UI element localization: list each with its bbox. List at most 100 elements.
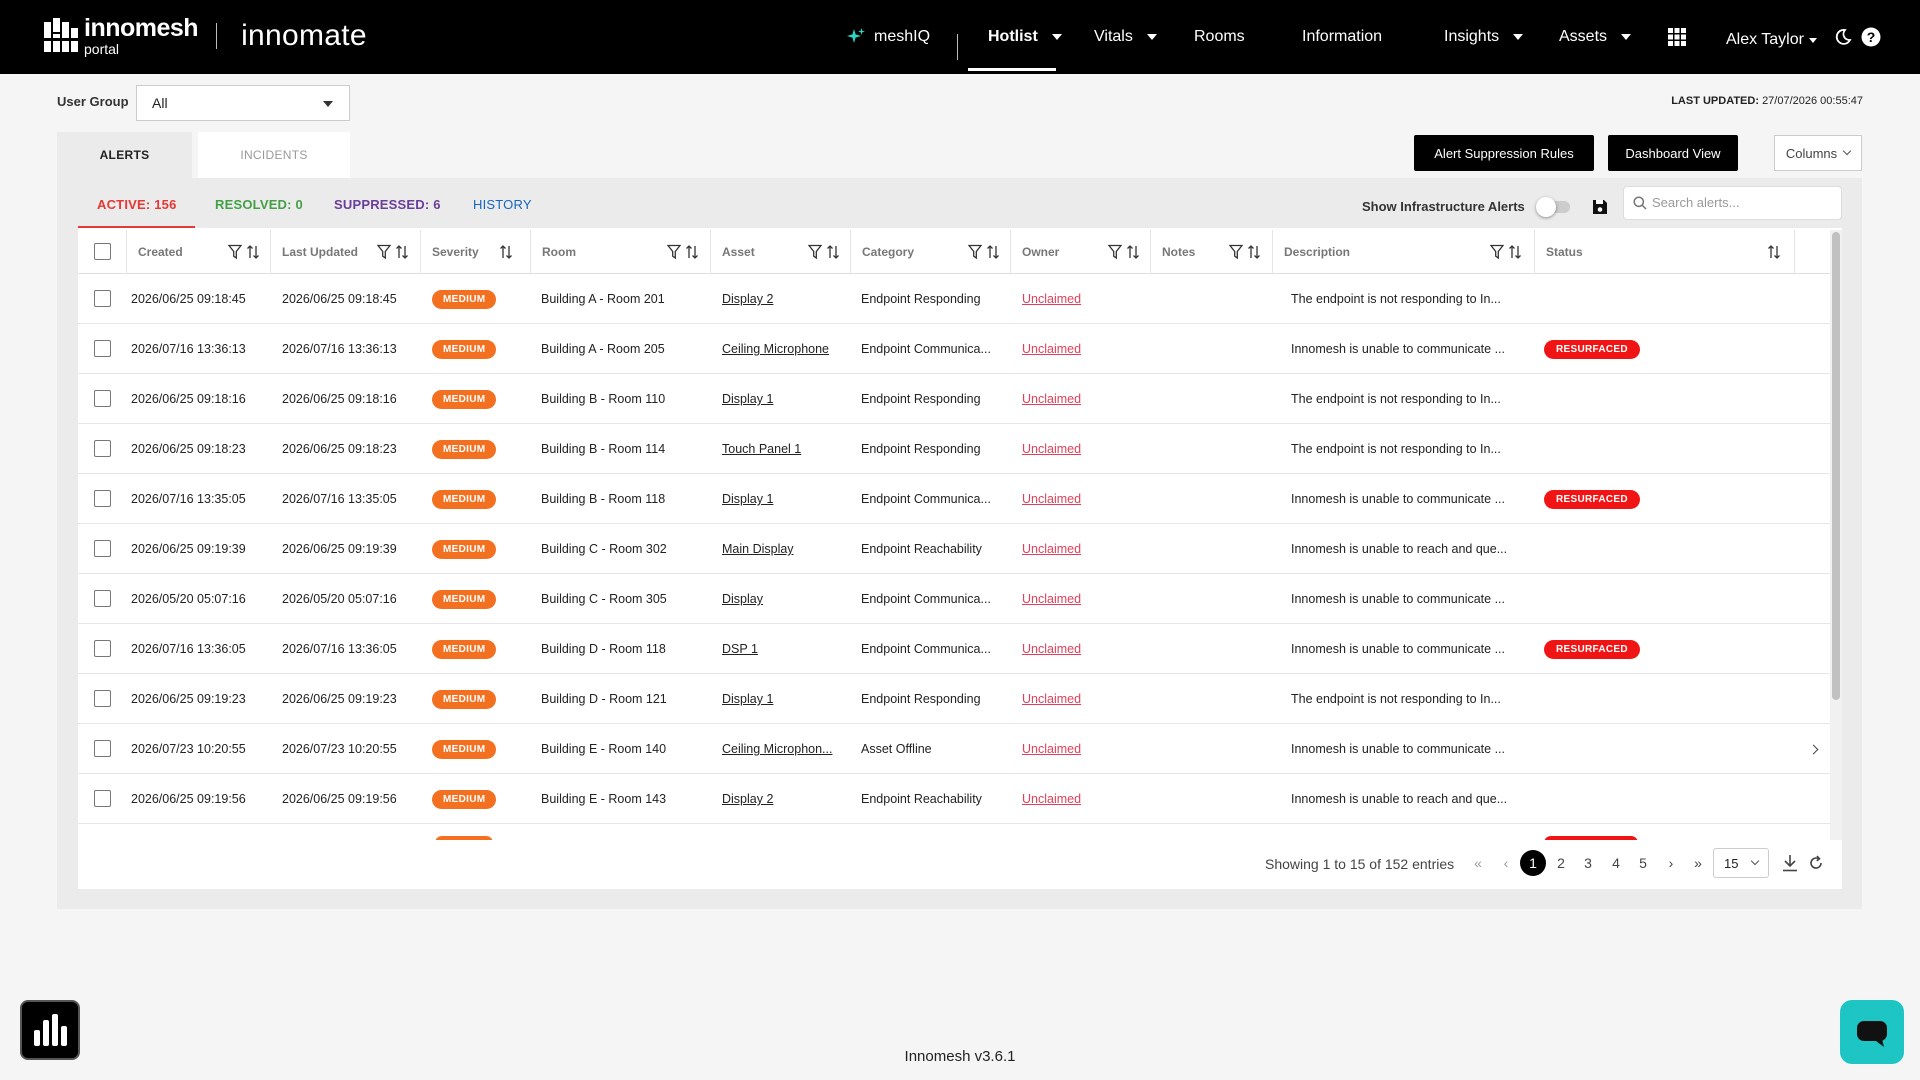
owner-link[interactable]: Unclaimed [1022,692,1081,706]
row-checkbox[interactable] [94,590,111,607]
filter-icon[interactable] [377,244,391,260]
columns-button[interactable]: Columns [1774,135,1862,171]
row-checkbox[interactable] [94,540,111,557]
sort-icon[interactable] [1508,244,1522,260]
page-3[interactable]: 3 [1575,850,1601,876]
search-input[interactable] [1652,195,1832,210]
alert-suppression-rules-button[interactable]: Alert Suppression Rules [1414,135,1594,171]
nav-insights[interactable]: Insights [1444,0,1524,74]
theme-toggle-button[interactable] [1834,0,1852,74]
analytics-button[interactable] [20,1000,80,1060]
first-page-icon[interactable]: « [1465,850,1491,876]
search-alerts[interactable] [1623,186,1842,220]
table-row[interactable]: 2026/06/25 09:19:39 2026/06/25 09:19:39 ME… [78,524,1830,574]
page-2[interactable]: 2 [1548,850,1574,876]
innomesh-logo[interactable]: innomesh portal innomate [44,16,367,56]
subtab-suppressed[interactable]: SUPPRESSED: 6 [334,197,441,212]
download-icon[interactable] [1782,854,1798,872]
select-all-checkbox[interactable] [94,243,111,260]
owner-link[interactable]: Unclaimed [1022,442,1081,456]
user-menu[interactable]: Alex Taylor [1726,3,1817,77]
filter-icon[interactable] [667,244,681,260]
next-page-icon[interactable]: › [1658,850,1684,876]
nav-rooms[interactable]: Rooms [1194,0,1245,74]
asset-link[interactable]: Touch Panel 1 [722,442,801,456]
row-checkbox[interactable] [94,340,111,357]
asset-link[interactable]: Display 1 [722,692,773,706]
table-row[interactable]: 2026/05/20 05:07:16 2026/05/20 05:07:16 ME… [78,574,1830,624]
nav-information[interactable]: Information [1302,0,1382,74]
subtab-resolved[interactable]: RESOLVED: 0 [215,197,303,212]
sort-icon[interactable] [499,244,513,260]
table-row[interactable]: 2026/06/25 09:18:23 2026/06/25 09:18:23 ME… [78,424,1830,474]
owner-link[interactable]: Unclaimed [1022,592,1081,606]
save-icon[interactable] [1592,199,1608,215]
asset-link[interactable]: Ceiling Microphone [722,342,829,356]
owner-link[interactable]: Unclaimed [1022,292,1081,306]
owner-link[interactable]: Unclaimed [1022,642,1081,656]
row-checkbox[interactable] [94,740,111,757]
row-checkbox[interactable] [94,390,111,407]
last-page-icon[interactable]: » [1685,850,1711,876]
table-row[interactable]: 2026/07/16 13:36:05 2026/07/16 13:36:05 ME… [78,624,1830,674]
row-checkbox[interactable] [94,290,111,307]
row-checkbox[interactable] [94,640,111,657]
asset-link[interactable]: Display [722,592,763,606]
filter-icon[interactable] [1490,244,1504,260]
page-1[interactable]: 1 [1520,850,1546,876]
row-checkbox[interactable] [94,690,111,707]
filter-icon[interactable] [968,244,982,260]
table-row[interactable]: 2026/06/25 09:18:45 2026/06/25 09:18:45 ME… [78,274,1830,324]
sort-icon[interactable] [1126,244,1140,260]
subtab-history[interactable]: HISTORY [473,197,532,212]
subtab-active[interactable]: ACTIVE: 156 [97,197,177,212]
sort-icon[interactable] [246,244,260,260]
filter-icon[interactable] [1108,244,1122,260]
asset-link[interactable]: Ceiling Microphon... [722,742,832,756]
owner-link[interactable]: Unclaimed [1022,342,1081,356]
sort-icon[interactable] [1247,244,1261,260]
asset-link[interactable]: Display 1 [722,492,773,506]
table-row[interactable]: 2026/06/25 09:18:16 2026/06/25 09:18:16 ME… [78,374,1830,424]
sort-icon[interactable] [395,244,409,260]
severity-sort-button[interactable] [499,244,513,260]
table-row[interactable]: 2026/06/25 09:19:56 2026/06/25 09:19:56 ME… [78,774,1830,824]
nav-hotlist[interactable]: Hotlist [988,0,1062,74]
page-4[interactable]: 4 [1603,850,1629,876]
nav-vitals[interactable]: Vitals [1094,0,1157,74]
column-header-status[interactable]: Status [1534,230,1784,274]
row-checkbox[interactable] [94,790,111,807]
owner-link[interactable]: Unclaimed [1022,492,1081,506]
filter-icon[interactable] [1229,244,1243,260]
infrastructure-alerts-toggle[interactable] [1536,197,1570,217]
asset-link[interactable]: Display 1 [722,392,773,406]
filter-icon[interactable] [228,244,242,260]
chevron-right-icon[interactable] [1810,744,1819,754]
asset-link[interactable]: Main Display [722,542,794,556]
tab-alerts[interactable]: ALERTS [57,132,192,178]
asset-link[interactable]: Display 2 [722,792,773,806]
table-scrollbar[interactable] [1830,230,1842,840]
sort-icon[interactable] [685,244,699,260]
page-5[interactable]: 5 [1630,850,1656,876]
table-row[interactable]: 2026/06/25 09:19:23 2026/06/25 09:19:23 ME… [78,674,1830,724]
asset-link[interactable]: DSP 1 [722,642,758,656]
table-row[interactable]: 2026/07/16 13:36:13 2026/07/16 13:36:13 ME… [78,324,1830,374]
row-checkbox[interactable] [94,490,111,507]
row-checkbox[interactable] [94,440,111,457]
table-row[interactable]: 2026/07/23 10:20:55 2026/07/23 10:20:55 ME… [78,724,1830,774]
sort-icon[interactable] [1767,244,1781,260]
owner-link[interactable]: Unclaimed [1022,792,1081,806]
help-button[interactable]: ? [1861,0,1881,74]
status-sort-button[interactable] [1767,244,1781,260]
owner-link[interactable]: Unclaimed [1022,742,1081,756]
page-size-select[interactable]: 15 [1713,848,1769,878]
sort-icon[interactable] [986,244,1000,260]
sort-icon[interactable] [826,244,840,260]
nav-meshiq[interactable]: meshIQ [846,0,930,74]
table-row[interactable]: 2026/07/16 13:35:05 2026/07/16 13:35:05 ME… [78,474,1830,524]
tab-incidents[interactable]: INCIDENTS [198,132,350,178]
refresh-icon[interactable] [1808,855,1824,871]
filter-icon[interactable] [808,244,822,260]
asset-link[interactable]: Display 2 [722,292,773,306]
